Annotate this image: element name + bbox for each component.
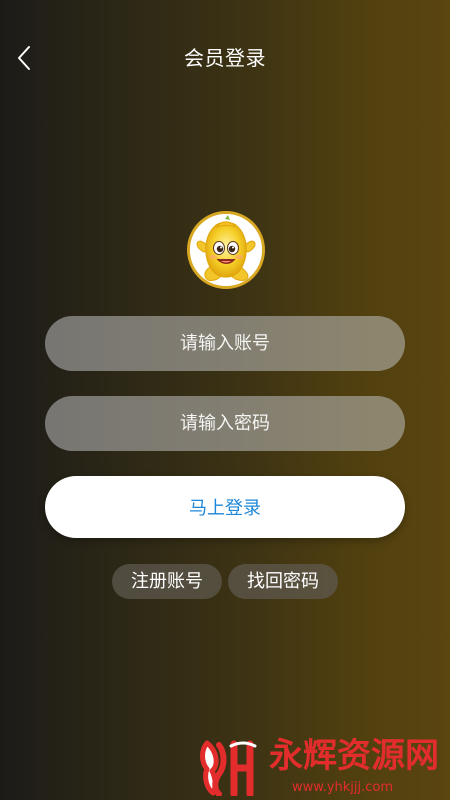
- login-button[interactable]: 马上登录: [45, 476, 405, 538]
- password-input[interactable]: [45, 396, 405, 451]
- recover-password-button[interactable]: 找回密码: [228, 564, 338, 599]
- account-field[interactable]: [45, 316, 405, 371]
- account-input[interactable]: [45, 316, 405, 371]
- watermark-logo: [200, 740, 257, 796]
- page-title: 会员登录: [184, 46, 266, 70]
- member-login-screen: 会员登录 请输入账号 马上登录 注册账号 找回密码 永辉资源网 www.yhkj…: [0, 0, 450, 800]
- navigation-bar: 会员登录: [0, 0, 450, 112]
- register-account-button[interactable]: 注册账号: [112, 564, 222, 599]
- password-field[interactable]: [45, 396, 405, 451]
- mascot-avatar: [187, 211, 265, 289]
- account-actions: 注册账号 找回密码: [112, 564, 342, 599]
- yellow-mascot-avatar-icon: [190, 214, 262, 286]
- site-watermark: 永辉资源网 www.yhkjjj.com: [197, 734, 439, 796]
- watermark-url: www.yhkjjj.com: [292, 780, 394, 795]
- watermark-title: 永辉资源网: [269, 736, 439, 776]
